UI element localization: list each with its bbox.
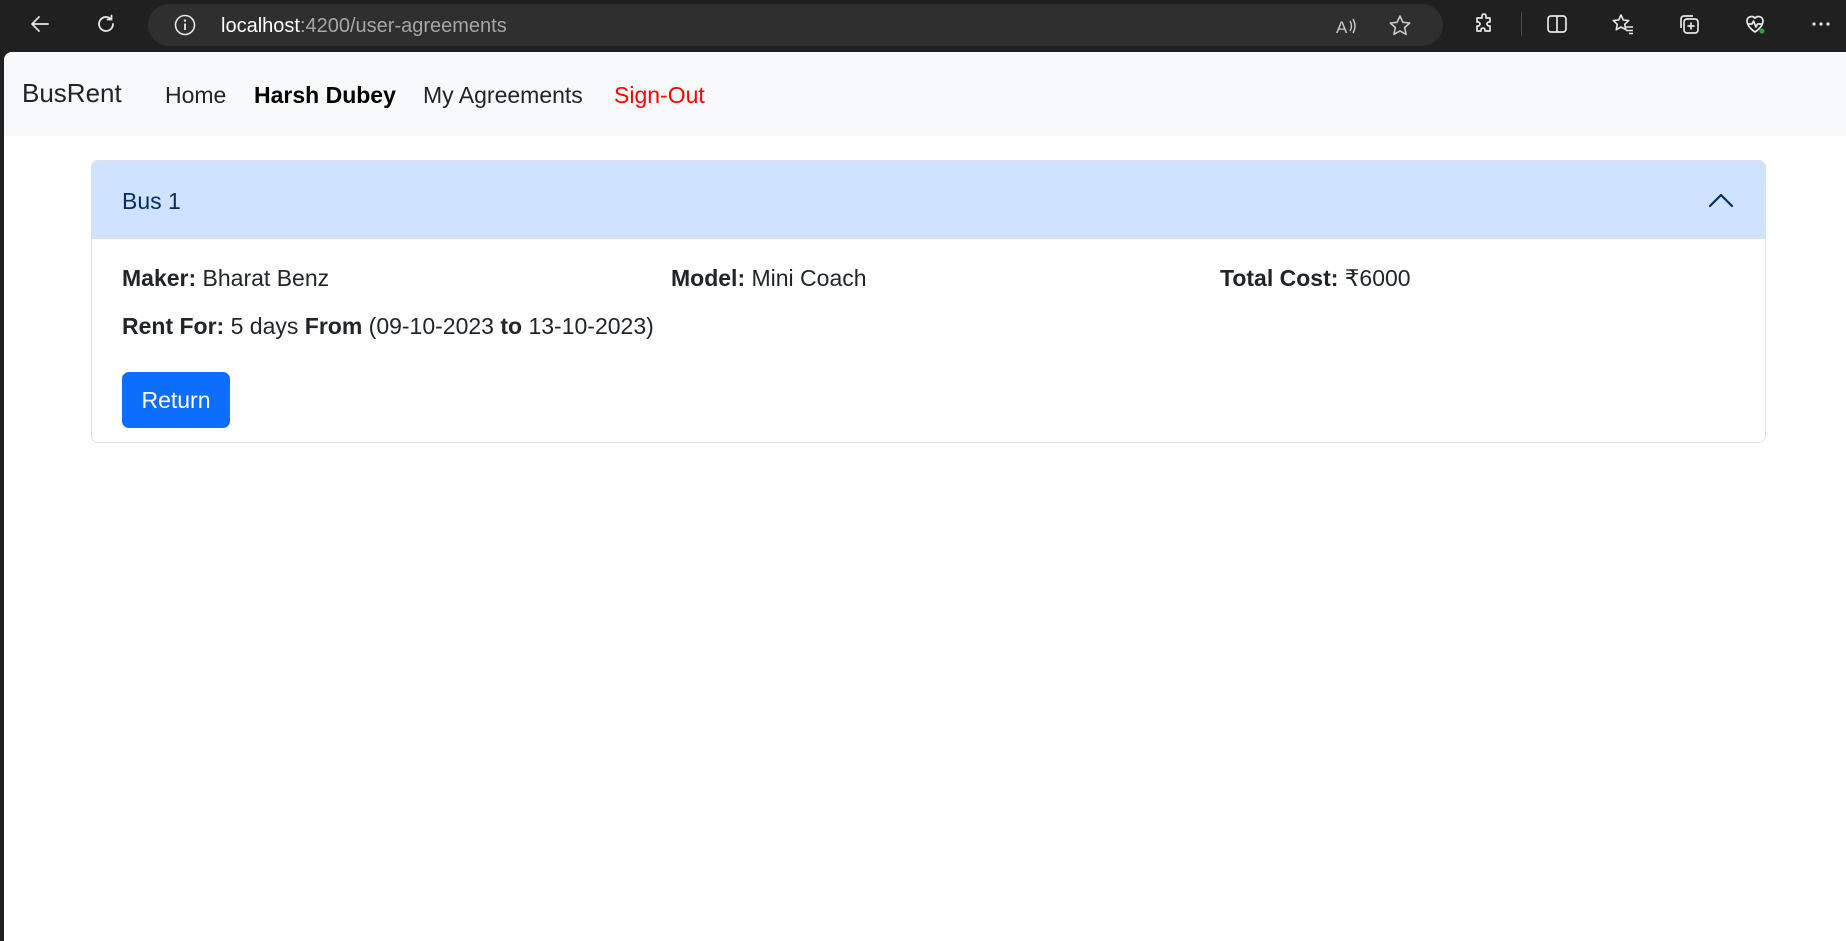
- star-icon[interactable]: [1387, 13, 1413, 39]
- page-viewport: BusRent Home Harsh Dubey My Agreements S…: [4, 52, 1846, 941]
- info-icon[interactable]: [174, 14, 196, 36]
- more-icon[interactable]: [1802, 6, 1840, 42]
- back-arrow-icon[interactable]: [21, 6, 59, 42]
- return-button[interactable]: Return: [122, 372, 230, 428]
- browser-toolbar: localhost:4200/user-agreements A: [0, 0, 1846, 52]
- split-screen-icon[interactable]: [1538, 6, 1576, 42]
- refresh-icon[interactable]: [87, 6, 125, 42]
- navbar: BusRent Home Harsh Dubey My Agreements S…: [4, 52, 1846, 136]
- nav-user-name[interactable]: Harsh Dubey: [254, 82, 396, 108]
- maker-field: Maker: Bharat Benz: [122, 264, 329, 292]
- svg-text:A: A: [1336, 18, 1348, 37]
- model-value: Mini Coach: [751, 265, 867, 291]
- url-host: localhost: [221, 15, 300, 37]
- toolbar-divider: [1521, 12, 1522, 36]
- total-cost-value: ₹6000: [1344, 265, 1411, 291]
- nav-sign-out[interactable]: Sign-Out: [614, 82, 705, 108]
- accordion-header[interactable]: Bus 1: [92, 161, 1765, 239]
- total-cost-label: Total Cost:: [1220, 265, 1339, 291]
- to-label: to: [500, 313, 523, 339]
- collections-icon[interactable]: [1670, 6, 1708, 42]
- rent-period-field: Rent For: 5 days From (09-10-2023 to 13-…: [122, 312, 654, 340]
- from-date-value: (09-10-2023: [368, 313, 494, 339]
- nav-home[interactable]: Home: [165, 82, 226, 108]
- maker-value: Bharat Benz: [202, 265, 330, 291]
- heartbeat-icon[interactable]: [1736, 6, 1774, 42]
- address-bar[interactable]: localhost:4200/user-agreements A: [148, 4, 1443, 46]
- read-aloud-icon[interactable]: A: [1334, 13, 1360, 39]
- total-cost-field: Total Cost: ₹6000: [1220, 264, 1411, 292]
- rent-days-value: 5 days: [230, 313, 299, 339]
- url-path: :4200/user-agreements: [299, 15, 507, 37]
- rent-for-label: Rent For:: [122, 313, 225, 339]
- to-date-value: 13-10-2023): [528, 313, 654, 339]
- favorites-icon[interactable]: [1604, 6, 1642, 42]
- url-text[interactable]: localhost:4200/user-agreements: [221, 15, 507, 37]
- agreement-card: Bus 1 Maker: Bharat Benz Model: Mini Coa…: [91, 160, 1766, 443]
- bus-title: Bus 1: [122, 188, 181, 214]
- maker-label: Maker:: [122, 265, 197, 291]
- nav-my-agreements[interactable]: My Agreements: [423, 82, 583, 108]
- brand-logo[interactable]: BusRent: [22, 78, 122, 108]
- model-label: Model:: [671, 265, 746, 291]
- chevron-up-icon[interactable]: [1707, 187, 1735, 215]
- from-label: From: [304, 313, 363, 339]
- puzzle-icon[interactable]: [1466, 6, 1504, 42]
- model-field: Model: Mini Coach: [671, 264, 867, 292]
